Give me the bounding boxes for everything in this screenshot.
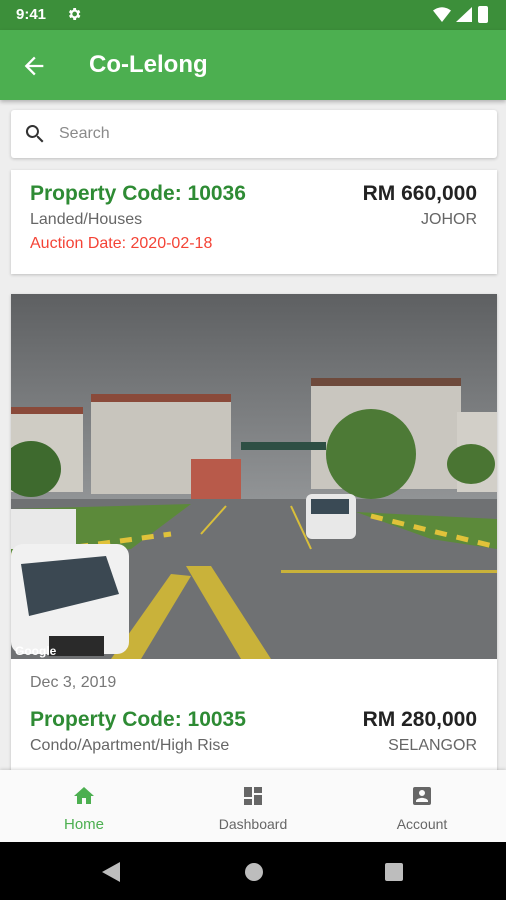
image-watermark: Google (15, 644, 57, 658)
back-arrow-icon[interactable] (20, 52, 48, 80)
nav-home[interactable]: Home (0, 770, 168, 842)
nav-home-label: Home (63, 816, 104, 833)
property-state: JOHOR (421, 211, 477, 228)
property-state: SELANGOR (388, 737, 477, 754)
signal-icon (456, 7, 472, 22)
status-bar: 9:41 (0, 0, 506, 30)
bottom-navigation: Home Dashboard Account (0, 770, 506, 842)
recents-square-icon[interactable] (385, 863, 403, 881)
nav-account[interactable]: Account (338, 770, 506, 842)
dashboard-icon (244, 787, 262, 805)
home-circle-icon[interactable] (244, 862, 264, 882)
system-navigation-bar (0, 842, 506, 900)
nav-dashboard[interactable]: Dashboard (169, 770, 337, 842)
property-photo: Google (11, 294, 497, 659)
account-icon (413, 787, 431, 805)
auction-date: Auction Date: 2020-02-18 (30, 235, 213, 252)
listing-card-10035[interactable]: Google Dec 3, 2019 Property Code: 10035 … (11, 294, 497, 774)
property-code: Property Code: 10036 (30, 182, 246, 205)
property-price: RM 280,000 (362, 708, 477, 731)
status-time: 9:41 (16, 6, 47, 23)
home-icon (74, 787, 94, 804)
search-placeholder[interactable]: Search (59, 125, 110, 143)
property-code: Property Code: 10035 (30, 708, 246, 731)
app-bar: Co-Lelong (0, 30, 506, 100)
back-triangle-icon[interactable] (102, 862, 120, 882)
gear-icon (68, 8, 81, 20)
property-type: Landed/Houses (30, 211, 143, 228)
battery-icon (478, 6, 488, 23)
nav-account-label: Account (396, 816, 448, 832)
search-icon (25, 125, 44, 143)
wifi-icon (433, 7, 451, 22)
nav-dashboard-label: Dashboard (218, 816, 288, 832)
property-type: Condo/Apartment/High Rise (30, 737, 230, 754)
app-title: Co-Lelong (89, 51, 208, 78)
search-bar[interactable]: Search (11, 110, 497, 158)
listing-date: Dec 3, 2019 (30, 674, 117, 691)
listing-card-10036[interactable]: Property Code: 10036 RM 660,000 Landed/H… (11, 170, 497, 274)
property-price: RM 660,000 (362, 182, 477, 205)
